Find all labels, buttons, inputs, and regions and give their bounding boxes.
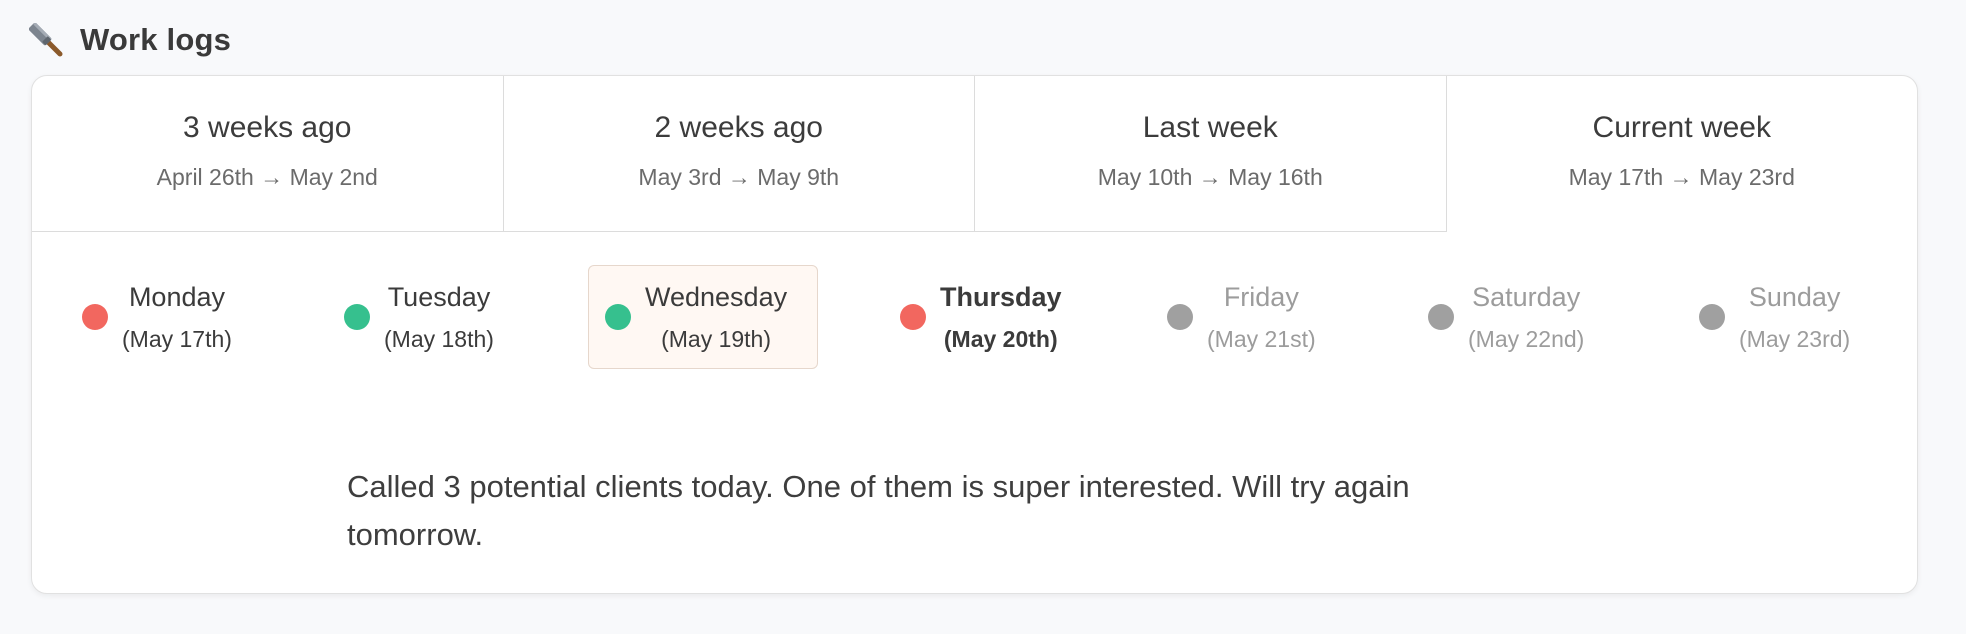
status-dot: [900, 304, 926, 330]
day-date: (May 18th): [384, 325, 494, 352]
week-tab-range: May 10th → May 16th: [1097, 164, 1323, 190]
day-name: Thursday: [940, 282, 1062, 313]
day-saturday[interactable]: Saturday (May 22nd): [1428, 265, 1584, 369]
week-tab-range: May 17th → May 23rd: [1568, 164, 1795, 190]
week-tab-title: 3 weeks ago: [183, 111, 352, 144]
week-tab-range: April 26th → May 2nd: [156, 164, 378, 190]
day-date: (May 19th): [661, 325, 772, 352]
status-dot: [1699, 304, 1725, 330]
hammer-icon: [28, 23, 66, 57]
day-date: (May 22nd): [1468, 325, 1585, 352]
day-date: (May 23rd): [1739, 325, 1851, 352]
day-tuesday[interactable]: Tuesday (May 18th): [344, 265, 494, 369]
day-selector: Monday (May 17th) Tuesday (May 18th) Wed…: [32, 265, 1917, 375]
day-date: (May 20th): [943, 325, 1058, 352]
week-tab-2-weeks-ago[interactable]: 2 weeks ago May 3rd → May 9th: [503, 76, 975, 232]
status-dot: [1167, 304, 1193, 330]
week-tab-title: Current week: [1592, 111, 1771, 144]
week-tab-3-weeks-ago[interactable]: 3 weeks ago April 26th → May 2nd: [32, 76, 504, 232]
day-wednesday[interactable]: Wednesday (May 19th): [588, 265, 818, 369]
day-friday[interactable]: Friday (May 21st): [1167, 265, 1316, 369]
status-dot: [344, 304, 370, 330]
day-date: (May 17th): [122, 325, 232, 352]
day-name: Tuesday: [387, 282, 491, 313]
week-tab-title: 2 weeks ago: [654, 111, 823, 144]
day-name: Friday: [1223, 282, 1299, 313]
day-date: (May 21st): [1207, 325, 1316, 352]
week-tab-title: Last week: [1142, 111, 1278, 144]
day-sunday[interactable]: Sunday (May 23rd): [1699, 265, 1850, 369]
work-logs-card: 3 weeks ago April 26th → May 2nd 2 weeks…: [31, 75, 1918, 594]
status-dot: [1428, 304, 1454, 330]
page-title: Work logs: [80, 22, 232, 57]
day-name: Monday: [128, 282, 225, 313]
week-tab-last-week[interactable]: Last week May 10th → May 16th: [975, 76, 1447, 232]
day-name: Wednesday: [645, 282, 788, 313]
day-name: Sunday: [1748, 282, 1841, 313]
day-thursday[interactable]: Thursday (May 20th): [900, 265, 1062, 369]
status-dot: [605, 304, 631, 330]
day-name: Saturday: [1472, 282, 1581, 313]
day-monday[interactable]: Monday (May 17th): [82, 265, 232, 369]
week-tabs: 3 weeks ago April 26th → May 2nd 2 weeks…: [32, 76, 1917, 232]
work-logs-header: Work logs: [28, 22, 231, 58]
log-entry-text: Called 3 potential clients today. One of…: [347, 469, 1410, 552]
week-tab-current-week[interactable]: Current week May 17th → May 23rd: [1447, 76, 1918, 232]
status-dot: [82, 304, 108, 330]
week-tab-range: May 3rd → May 9th: [638, 164, 840, 190]
